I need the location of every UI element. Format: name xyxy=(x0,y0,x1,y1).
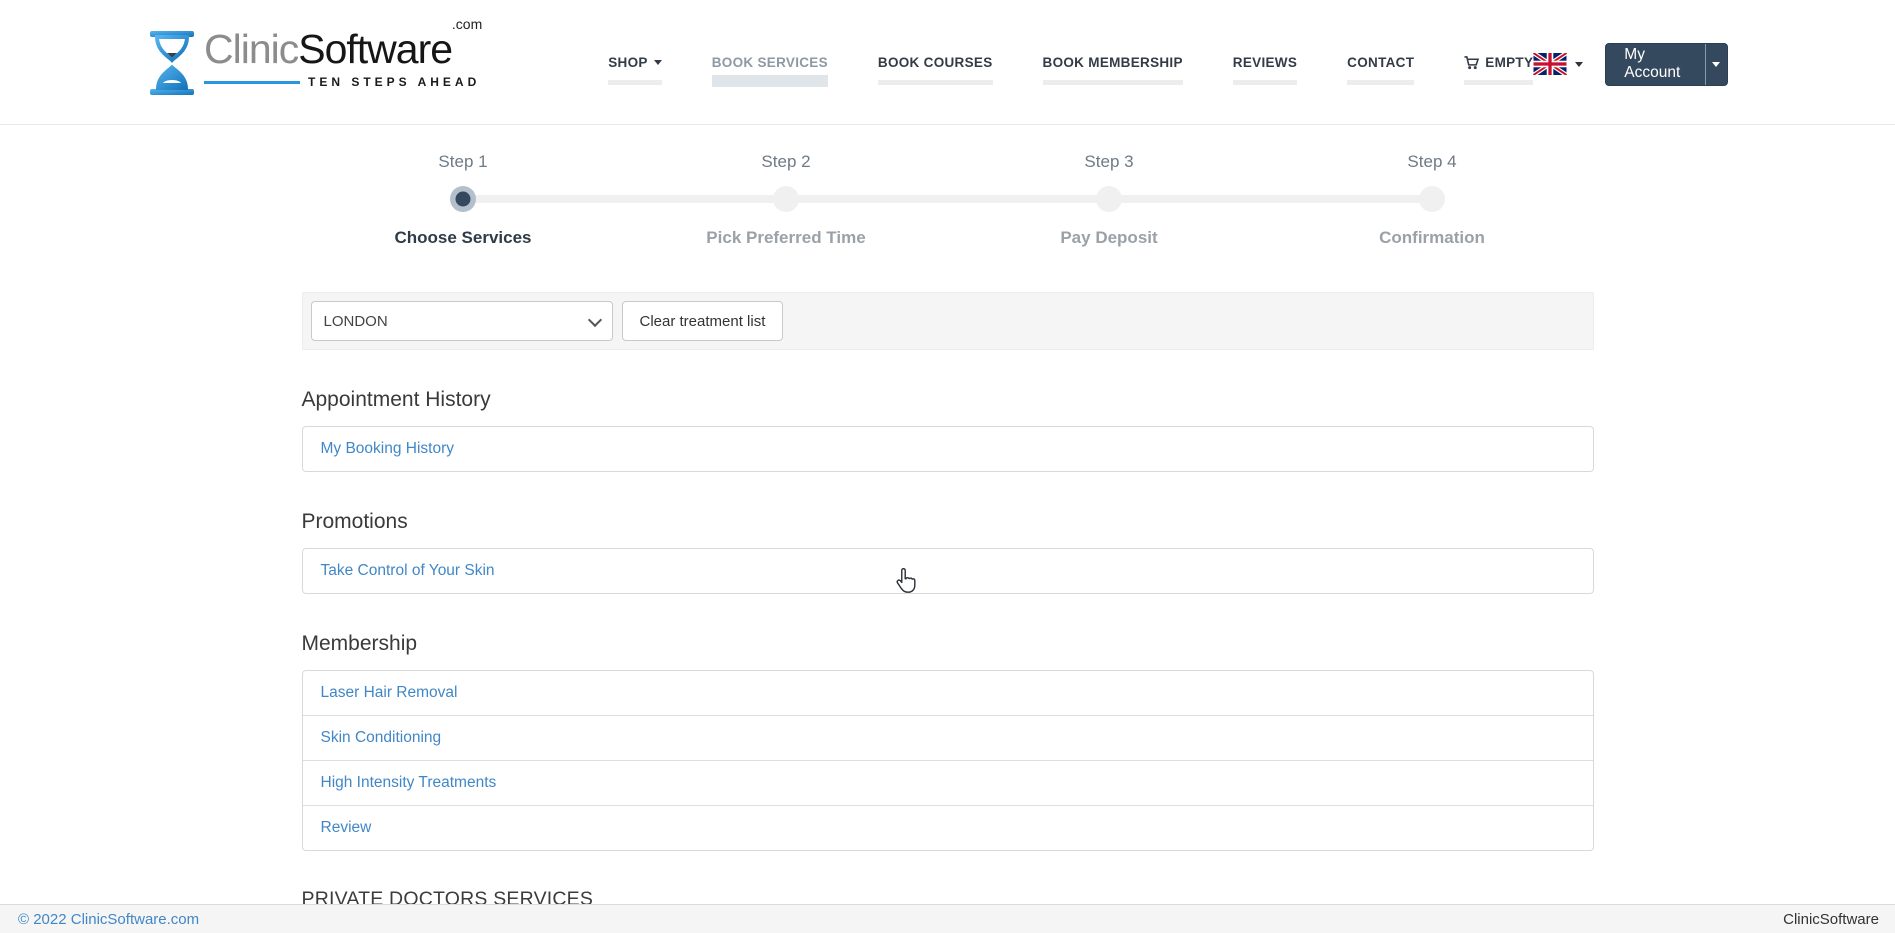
step-title: Step 1 xyxy=(302,152,625,172)
nav-item-book-courses[interactable]: Book Courses xyxy=(878,55,993,85)
step-name: Pay Deposit xyxy=(948,228,1271,248)
main-content: LONDON Clear treatment list Appointment … xyxy=(302,292,1594,911)
step-3-dot xyxy=(1096,186,1122,212)
step-name: Choose Services xyxy=(302,228,625,248)
location-toolbar: LONDON Clear treatment list xyxy=(302,292,1594,350)
list-item[interactable]: My Booking History xyxy=(303,427,1593,471)
review-link[interactable]: Review xyxy=(321,819,372,836)
step-2-dot xyxy=(773,186,799,212)
nav-book-membership-label: Book Membership xyxy=(1043,55,1183,70)
list-item[interactable]: High Intensity Treatments xyxy=(303,760,1593,805)
membership-box: Laser Hair Removal Skin Conditioning Hig… xyxy=(302,670,1594,851)
step-2-pick-preferred-time: Step 2 Pick Preferred Time xyxy=(625,152,948,248)
uk-flag-icon xyxy=(1533,53,1567,75)
footer-copyright-link[interactable]: © 2022 ClinicSoftware.com xyxy=(18,911,199,928)
clear-treatment-list-button[interactable]: Clear treatment list xyxy=(622,301,784,341)
main-nav: Shop Book Services Book Courses Book Mem… xyxy=(608,55,1533,87)
my-account-split-button: My Account xyxy=(1605,43,1728,86)
high-intensity-treatments-link[interactable]: High Intensity Treatments xyxy=(321,774,497,791)
footer: © 2022 ClinicSoftware.com ClinicSoftware xyxy=(0,904,1895,933)
nav-item-cart-empty[interactable]: Empty xyxy=(1464,55,1533,85)
chevron-down-icon xyxy=(1712,62,1720,67)
nav-empty-label: Empty xyxy=(1485,55,1533,70)
logo-clinic-text: Clinic xyxy=(204,29,298,70)
my-account-label: My Account xyxy=(1624,46,1686,82)
step-4-confirmation: Step 4 Confirmation xyxy=(1271,152,1594,248)
promotions-heading: Promotions xyxy=(302,510,1594,534)
language-selector[interactable] xyxy=(1533,53,1583,75)
step-1-dot xyxy=(450,186,476,212)
clinicsoftware-logo[interactable]: ClinicSoftware .com TEN STEPS AHEAD xyxy=(150,29,480,95)
logo-com-text: .com xyxy=(452,17,482,31)
take-control-of-your-skin-link[interactable]: Take Control of Your Skin xyxy=(321,562,495,579)
step-3-pay-deposit: Step 3 Pay Deposit xyxy=(948,152,1271,248)
appointment-history-heading: Appointment History xyxy=(302,388,1594,412)
list-item[interactable]: Review xyxy=(303,805,1593,850)
logo-text: ClinicSoftware .com TEN STEPS AHEAD xyxy=(204,29,480,89)
nav-book-courses-label: Book Courses xyxy=(878,55,993,70)
step-name: Pick Preferred Time xyxy=(625,228,948,248)
nav-item-shop[interactable]: Shop xyxy=(608,55,661,85)
my-account-button[interactable]: My Account xyxy=(1606,44,1704,85)
nav-book-services-label: Book Services xyxy=(712,55,828,70)
step-title: Step 3 xyxy=(948,152,1271,172)
membership-heading: Membership xyxy=(302,632,1594,656)
list-item[interactable]: Take Control of Your Skin xyxy=(303,549,1593,593)
laser-hair-removal-link[interactable]: Laser Hair Removal xyxy=(321,684,458,701)
hourglass-logo-icon xyxy=(150,31,194,95)
step-4-dot xyxy=(1419,186,1445,212)
logo-software-text: Software xyxy=(298,29,452,70)
nav-shop-label: Shop xyxy=(608,55,647,70)
nav-item-book-services[interactable]: Book Services xyxy=(712,55,828,87)
nav-reviews-label: Reviews xyxy=(1233,55,1297,70)
nav-item-book-membership[interactable]: Book Membership xyxy=(1043,55,1183,85)
step-1-choose-services: Step 1 Choose Services xyxy=(302,152,625,248)
step-title: Step 4 xyxy=(1271,152,1594,172)
promotions-box: Take Control of Your Skin xyxy=(302,548,1594,594)
header-right: My Account xyxy=(1533,43,1728,86)
nav-item-contact[interactable]: Contact xyxy=(1347,55,1414,85)
header: ClinicSoftware .com TEN STEPS AHEAD Shop… xyxy=(0,0,1895,125)
nav-item-reviews[interactable]: Reviews xyxy=(1233,55,1297,85)
step-title: Step 2 xyxy=(625,152,948,172)
my-account-dropdown-toggle[interactable] xyxy=(1705,44,1727,85)
location-select-wrap: LONDON xyxy=(311,301,613,341)
my-booking-history-link[interactable]: My Booking History xyxy=(321,440,455,457)
appointment-history-box: My Booking History xyxy=(302,426,1594,472)
location-select[interactable]: LONDON xyxy=(311,301,613,341)
logo-tagline-rule xyxy=(204,81,300,84)
chevron-down-icon xyxy=(1575,62,1583,67)
cart-icon xyxy=(1464,56,1479,70)
skin-conditioning-link[interactable]: Skin Conditioning xyxy=(321,729,442,746)
chevron-down-icon xyxy=(654,60,662,65)
step-name: Confirmation xyxy=(1271,228,1594,248)
logo-tagline-text: TEN STEPS AHEAD xyxy=(308,75,480,89)
footer-brand-text: ClinicSoftware xyxy=(1783,911,1879,928)
booking-progress-steps: Step 1 Choose Services Step 2 Pick Prefe… xyxy=(302,152,1594,248)
list-item[interactable]: Skin Conditioning xyxy=(303,715,1593,760)
list-item[interactable]: Laser Hair Removal xyxy=(303,671,1593,715)
nav-contact-label: Contact xyxy=(1347,55,1414,70)
